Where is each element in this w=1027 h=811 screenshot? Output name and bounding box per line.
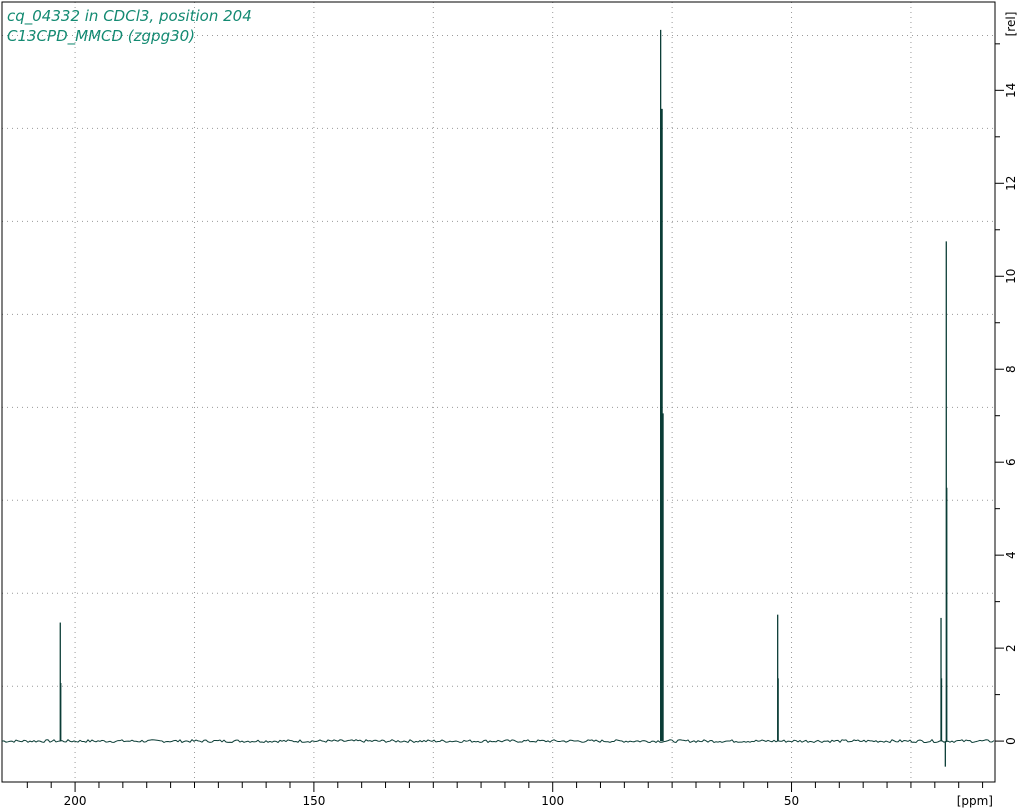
y-tick-label: 10 (1004, 269, 1018, 284)
spectrum-baseline (1, 738, 995, 744)
y-tick-label: 0 (1004, 737, 1018, 745)
x-tick-label: 200 (64, 794, 87, 808)
x-axis-unit-label: [ppm] (957, 794, 993, 808)
x-tick-label: 100 (541, 794, 564, 808)
spectrum-trace (1, 29, 995, 767)
nmr-spectrum-plot: 200 150 100 50 [ppm] 0 2 4 6 8 10 12 14 [rel] cq_0433… (1, 1, 1018, 808)
title-line-2: C13CPD_MMCD (zgpg30) (7, 27, 195, 46)
plot-frame (1, 1, 996, 783)
y-tick-label: 8 (1004, 365, 1018, 373)
x-tick-label: 150 (302, 794, 325, 808)
y-tick-label: 2 (1004, 644, 1018, 652)
y-tick-label: 14 (1004, 83, 1018, 98)
y-tick-label: 4 (1004, 551, 1018, 559)
axes: 200 150 100 50 [ppm] 0 2 4 6 8 10 12 14 [rel] (26, 12, 1018, 808)
grid-lines (2, 2, 995, 782)
y-tick-label: 12 (1004, 176, 1018, 191)
y-tick-label: 6 (1004, 458, 1018, 466)
x-tick-label: 50 (784, 794, 799, 808)
y-axis-unit-label: [rel] (1004, 12, 1018, 37)
title-line-1: cq_04332 in CDCl3, position 204 (7, 7, 252, 26)
